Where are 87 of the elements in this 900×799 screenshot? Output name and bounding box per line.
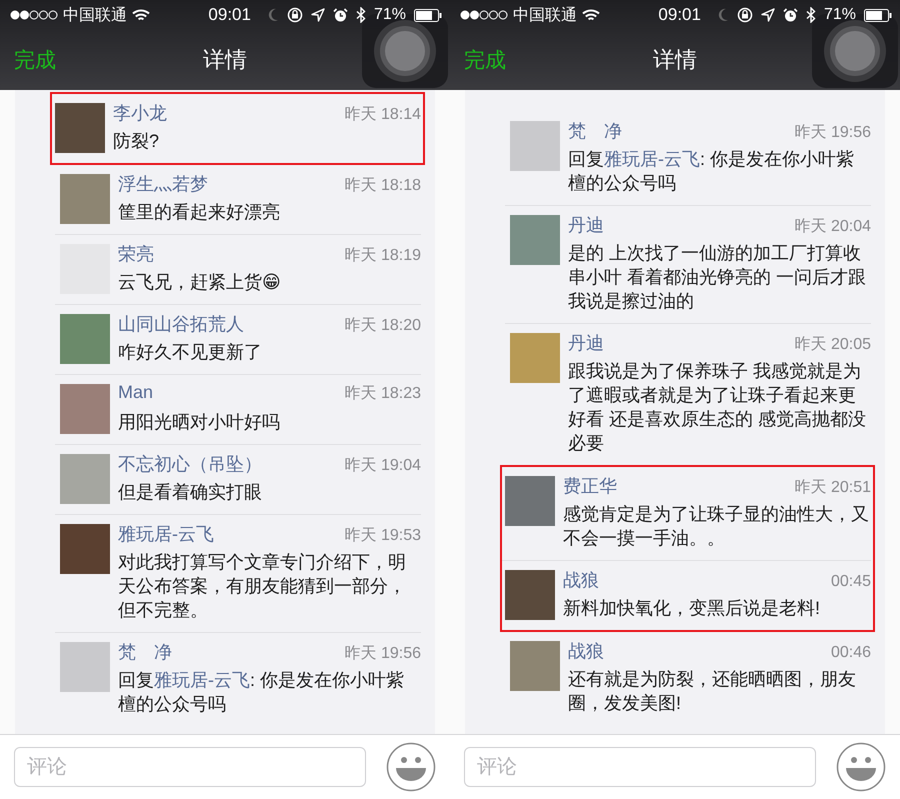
emoji-face-icon[interactable] [836,742,886,792]
avatar-photo[interactable] [505,570,555,620]
commenter-name[interactable]: 山同山谷拓荒人 [118,312,244,336]
commenter-name[interactable]: 梵 净 [118,640,172,664]
battery-icon [414,8,442,22]
comment-text: 是的 上次找了一仙游的加工厂打算收串小叶 看着都油光铮亮的 一问后才跟我说是擦过油的 [568,242,868,313]
comment-time: 00:45 [830,573,871,591]
alarm-clock-icon [332,8,348,22]
comment-time: 昨天 19:56 [344,644,421,664]
reply-name-link[interactable]: 雅玩居-云飞 [604,149,700,169]
wifi-icon [582,8,600,22]
avatar-photo[interactable] [60,524,110,574]
commenter-name[interactable]: 战狼 [563,568,599,592]
comment-text: 跟我说是为了保养珠子 我感觉就是为了遮暇或者就是为了让珠子看起来更好看 还是喜欢原生态的 感觉高抛都没必要 [568,360,868,455]
bluetooth-icon [356,7,366,23]
done-button[interactable]: 完成 [14,46,56,74]
comment-time: 昨天 18:20 [344,316,421,336]
commenter-name[interactable]: 不忘初心（吊坠） [118,452,262,476]
comment-text: 还有就是为防裂，还能晒晒图，朋友圈，发发美图! [568,668,857,715]
comment-text: 回复雅玩居-云飞: 你是发在你小叶紫檀的公众号吗 [118,669,406,716]
commenter-name[interactable]: 丹迪 [568,331,604,355]
alarm-clock-icon [782,8,798,22]
comment-text: 云飞兄，赶紧上货😁 [118,271,282,294]
avatar-photo[interactable] [60,384,110,434]
carrier-name: 中国联通 [513,6,577,26]
signal-dots-icon [10,10,58,20]
comment-text: 用阳光晒对小叶好吗 [118,411,281,434]
avatar-photo[interactable] [510,333,560,383]
comment-time: 昨天 18:14 [344,105,421,125]
page-title: 详情 [653,47,697,72]
avatar-photo[interactable] [510,215,560,265]
commenter-name[interactable]: 费正华 [563,474,617,498]
location-arrow-icon [760,8,775,22]
comment-text: 感觉肯定是为了让珠子显的油性大，又不会一摸一手油。。 [563,503,870,550]
comment-time: 昨天 20:04 [794,217,871,237]
comment-time: 昨天 19:53 [344,526,421,546]
battery-percent: 71% [824,6,856,24]
comment-time: 昨天 18:23 [344,384,421,404]
location-arrow-icon [310,8,325,22]
commenter-name[interactable]: 浮生灬若梦 [118,172,208,196]
comment-text: 筐里的看起来好漂亮 [118,201,281,224]
battery-icon [864,8,892,22]
avatar-photo[interactable] [60,314,110,364]
bluetooth-icon [806,7,816,23]
avatar-photo[interactable] [60,642,110,692]
comment-text: 防裂? [113,130,160,153]
avatar-photo[interactable] [60,174,110,224]
comment-time: 00:46 [830,644,871,662]
avatar-photo[interactable] [55,103,105,153]
commenter-name[interactable]: 荣亮 [118,242,154,266]
comment-time: 昨天 20:51 [794,478,871,498]
comment-input-field[interactable]: 评论 [464,747,816,787]
commenter-name[interactable]: 梵 净 [568,119,622,143]
commenter-name[interactable]: 李小龙 [113,101,167,125]
comment-text: 新料加快氧化，变黑后说是老料! [563,597,822,620]
moon-icon [716,8,729,22]
rotation-lock-icon [736,7,753,23]
emoji-face-icon[interactable] [386,742,436,792]
avatar-photo[interactable] [505,476,555,526]
avatar-photo[interactable] [510,121,560,171]
comment-input-field[interactable]: 评论 [14,747,366,787]
wifi-icon [132,8,150,22]
moon-icon [266,8,279,22]
rotation-lock-icon [286,7,303,23]
avatar-photo[interactable] [510,641,560,691]
comment-time: 昨天 18:19 [344,246,421,266]
carrier-name: 中国联通 [63,6,127,26]
comment-time: 昨天 20:05 [794,335,871,355]
comment-text: 咋好久不见更新了 [118,341,263,364]
reply-name-link[interactable]: 雅玩居-云飞 [154,670,250,690]
clock-time: 09:01 [658,5,701,25]
done-button[interactable]: 完成 [464,46,506,74]
comment-time: 昨天 18:18 [344,176,421,196]
commenter-name[interactable]: Man [118,382,154,403]
commenter-name[interactable]: 丹迪 [568,213,604,237]
comment-text: 对此我打算写个文章专门介绍下，明天公布答案，有朋友能猜到一部分，但不完整。 [118,551,407,622]
battery-percent: 71% [374,6,406,24]
comment-time: 昨天 19:04 [344,456,421,476]
clock-time: 09:01 [208,5,251,25]
comment-time: 昨天 19:56 [794,123,871,143]
commenter-name[interactable]: 战狼 [568,639,604,663]
comment-text: 但是看着确实打眼 [118,481,263,504]
commenter-name[interactable]: 雅玩居-云飞 [118,522,214,546]
avatar-photo[interactable] [60,454,110,504]
page-title: 详情 [203,47,247,72]
comment-text: 回复雅玩居-云飞: 你是发在你小叶紫檀的公众号吗 [568,148,856,195]
signal-dots-icon [460,10,508,20]
